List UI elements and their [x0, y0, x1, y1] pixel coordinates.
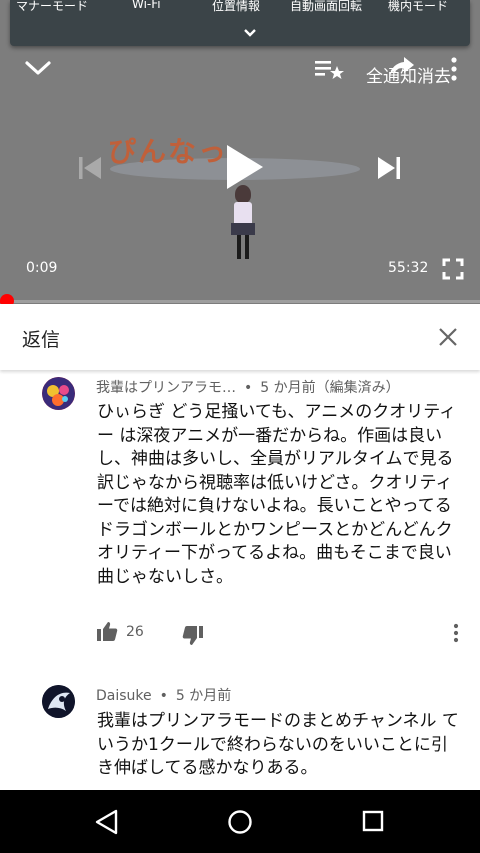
comment-author[interactable]: Daisuke: [96, 688, 152, 704]
like-count: 26: [126, 624, 144, 640]
comment-text: ひぃらぎ どう足掻いても、アニメのクオリティー は深夜アニメが一番だからね。作画…: [97, 402, 457, 587]
comment-time: 5 か月前（編集済み）: [260, 380, 400, 396]
avatar[interactable]: [42, 685, 75, 718]
qs-location[interactable]: 位置情報: [212, 0, 260, 13]
playlist-add-icon[interactable]: [313, 58, 345, 82]
clear-all-notifications[interactable]: 全通知消去: [366, 62, 451, 87]
comment-meta: Daisuke • 5 か月前: [96, 688, 232, 704]
reply-panel-header: 返信: [0, 304, 480, 370]
comment-list[interactable]: 我輩はプリンアラモ… • 5 か月前（編集済み） ひぃらぎ どう足掻いても、アニメの…: [0, 370, 480, 790]
current-time: 0:09: [26, 260, 58, 276]
skip-previous-icon[interactable]: [76, 154, 104, 182]
fullscreen-icon[interactable]: [442, 258, 464, 280]
expand-chevron-icon[interactable]: [242, 26, 258, 40]
comment-time: 5 か月前: [175, 688, 232, 704]
comment-author[interactable]: 我輩はプリンアラモ…: [96, 380, 236, 396]
quick-settings-panel: マナーモード Wi-Fi 位置情報 自動画面回転 機内モード: [10, 0, 470, 46]
comment-meta: 我輩はプリンアラモ… • 5 か月前（編集済み）: [96, 380, 400, 396]
comment-text: 我輩はプリンアラモードのまとめチャンネル ていうか1クールで終わらないのをいいこ…: [97, 711, 459, 778]
qs-wifi[interactable]: Wi-Fi: [132, 0, 161, 13]
qs-airplane-mode[interactable]: 機内モード: [388, 0, 448, 13]
thumbs-down-icon[interactable]: [182, 625, 204, 647]
play-icon[interactable]: [222, 142, 266, 192]
qs-auto-rotate[interactable]: 自動画面回転: [290, 0, 362, 13]
progress-track[interactable]: [0, 300, 480, 303]
skip-next-icon[interactable]: [375, 154, 403, 182]
duration: 55:32: [388, 260, 429, 276]
comment-more-icon[interactable]: [452, 623, 460, 643]
back-icon[interactable]: [95, 809, 119, 835]
system-navigation-bar: [0, 790, 480, 853]
thumbnail-character: [228, 185, 258, 260]
home-icon[interactable]: [227, 809, 253, 835]
qs-silent-mode[interactable]: マナーモード: [16, 0, 88, 13]
reply-panel-title: 返信: [22, 329, 61, 351]
close-icon[interactable]: [436, 325, 460, 349]
chevron-down-icon[interactable]: [24, 58, 52, 78]
comment-actions: 26: [96, 618, 466, 648]
recents-icon[interactable]: [362, 810, 384, 832]
thumbs-up-icon[interactable]: [96, 620, 118, 642]
avatar[interactable]: [42, 377, 75, 410]
thumbnail-title: ぴんなっ: [108, 135, 229, 168]
